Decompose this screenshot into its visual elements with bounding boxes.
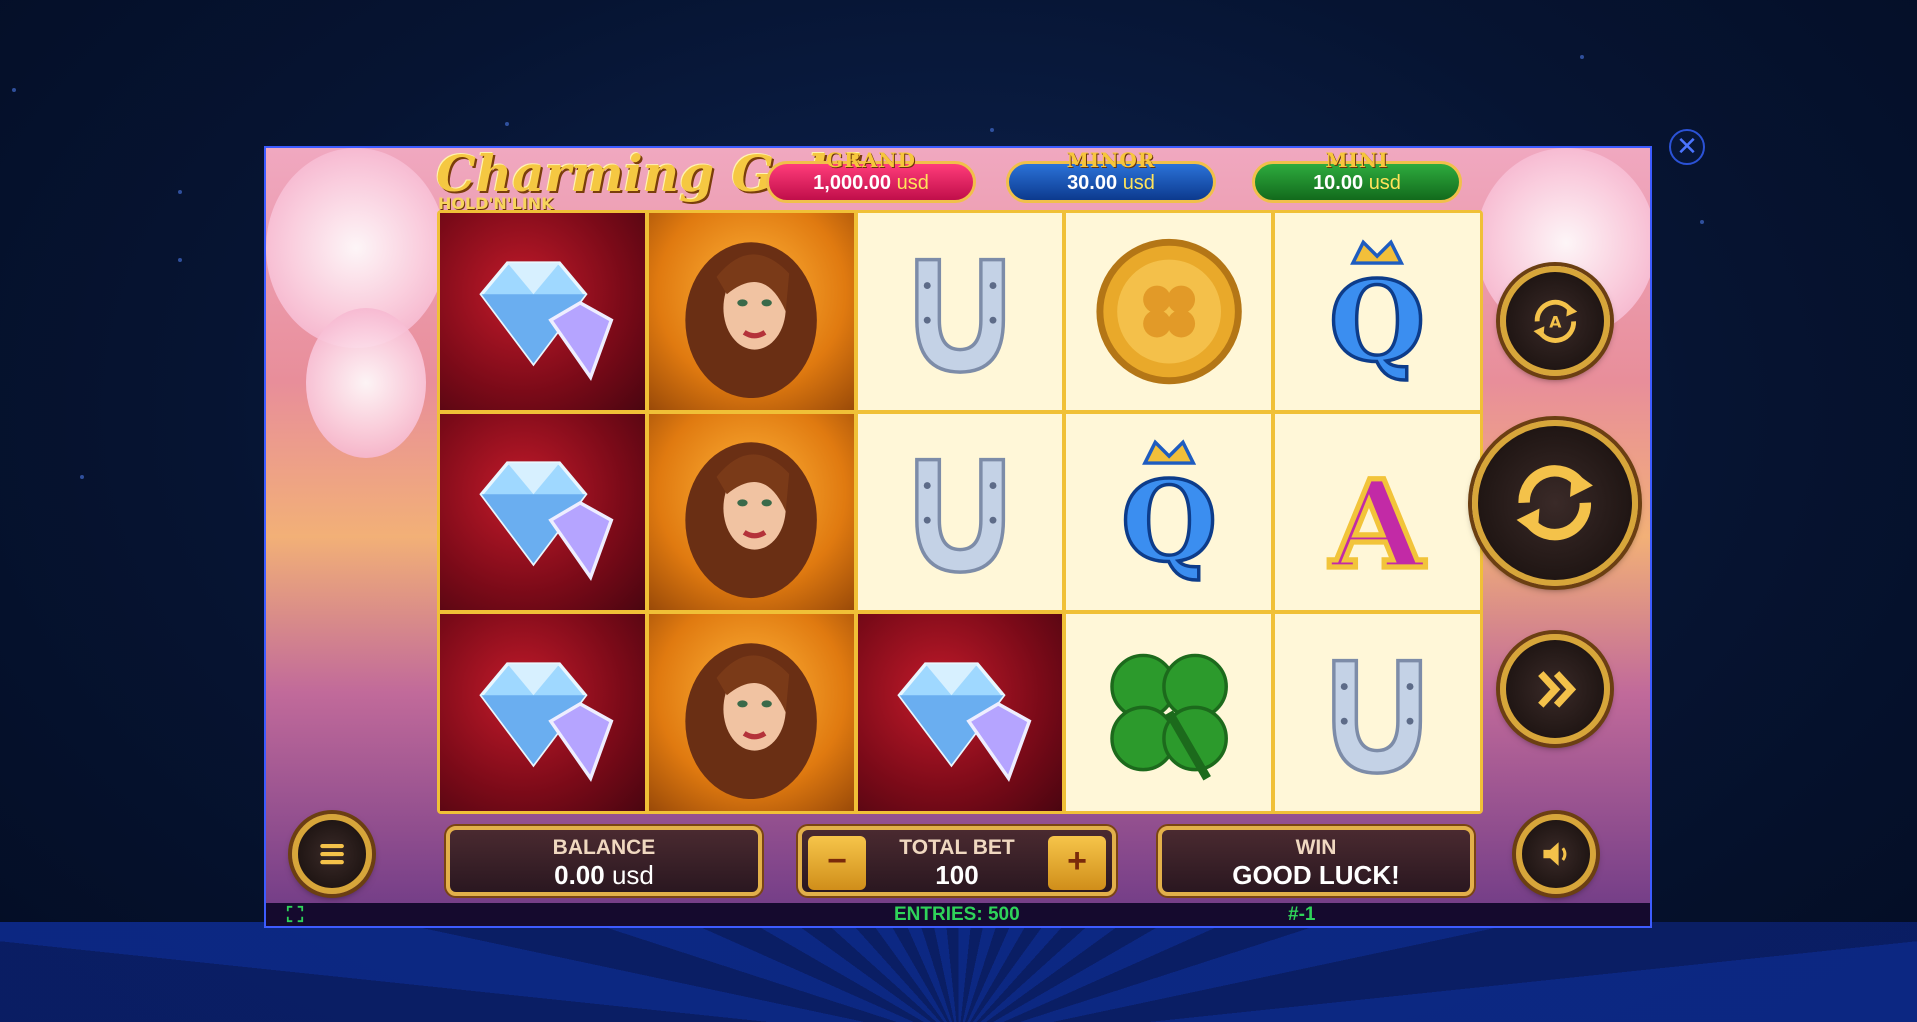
- jackpot-label: MINOR: [1066, 148, 1156, 172]
- queen-q-icon: Q: [1119, 439, 1219, 589]
- bg-star: [12, 88, 16, 92]
- reel-cell-horseshoe: [857, 213, 1063, 410]
- jackpot-unit: usd: [1122, 172, 1155, 194]
- autoplay-button[interactable]: A: [1500, 266, 1610, 376]
- autoplay-icon: A: [1533, 299, 1577, 343]
- jackpot-unit: usd: [896, 172, 929, 194]
- svg-text:Q: Q: [1121, 457, 1217, 587]
- sound-icon: [1543, 842, 1567, 866]
- jackpot-unit: usd: [1368, 172, 1401, 194]
- reel-cell-diamond: [440, 413, 645, 611]
- reel-cell-clover: [1066, 614, 1272, 811]
- bg-star: [505, 122, 509, 126]
- reel-cell-queen: Q: [1275, 213, 1480, 410]
- entries-count: ENTRIES: 500: [894, 904, 1020, 925]
- win-value: GOOD LUCK!: [1232, 860, 1400, 890]
- increase-bet-button[interactable]: +: [1048, 836, 1106, 890]
- bg-star: [178, 190, 182, 194]
- bg-star: [1700, 220, 1704, 224]
- jackpot-amount: 10.00: [1313, 172, 1364, 194]
- bg-star: [178, 258, 182, 262]
- decrease-bet-button[interactable]: −: [808, 836, 866, 890]
- balance-amount: 0.00: [554, 860, 605, 890]
- balance-label: BALANCE: [552, 836, 656, 859]
- reel-cell-woman: [648, 413, 854, 611]
- horseshoe-icon: [914, 458, 1005, 575]
- balance-value: 0.00 usd: [450, 860, 758, 891]
- balance-panel: BALANCE 0.00 usd: [446, 826, 762, 896]
- horseshoe-icon: [1332, 659, 1423, 775]
- diamond-icon: [479, 461, 614, 582]
- reel-cell-coin: [1066, 213, 1272, 410]
- reel-cell-diamond: [440, 614, 645, 811]
- jackpot-minor: MINOR 30.00 usd: [1006, 148, 1216, 206]
- turbo-icon: [1537, 670, 1576, 708]
- turbo-button[interactable]: [1500, 634, 1610, 744]
- reel-cell-queen: Q: [1066, 413, 1272, 611]
- diamond-icon: [479, 261, 614, 381]
- horseshoe-icon: [914, 257, 1005, 374]
- woman-portrait-icon: [685, 643, 817, 800]
- total-bet-panel: − TOTAL BET 100 +: [798, 826, 1116, 896]
- win-label: WIN: [1295, 836, 1337, 859]
- menu-icon: [320, 843, 344, 865]
- bg-star: [1580, 55, 1584, 59]
- svg-text:Q: Q: [1329, 257, 1425, 387]
- sound-button[interactable]: [1516, 814, 1596, 894]
- bg-star: [80, 475, 84, 479]
- jackpot-label: GRAND: [826, 148, 916, 172]
- game-logo: Charming Gold HOLD'N'LINK: [436, 144, 862, 218]
- woman-portrait-icon: [685, 442, 817, 599]
- logo-title: Charming Gold: [436, 144, 862, 203]
- spin-button[interactable]: [1472, 420, 1638, 586]
- diamond-icon: [479, 662, 614, 783]
- reel-cell-woman: [648, 213, 854, 410]
- reel-grid: Q Q A: [437, 210, 1483, 814]
- jackpot-amount: 1,000.00: [813, 172, 892, 194]
- jackpot-grand: GRAND 1,000.00 usd: [766, 148, 976, 206]
- four-leaf-clover-icon: [1109, 653, 1228, 781]
- woman-portrait-icon: [685, 242, 817, 398]
- reel-cell-horseshoe: [1275, 614, 1480, 811]
- reel-cell-ace: A: [1275, 413, 1480, 611]
- jackpot-amount: 30.00: [1067, 172, 1118, 194]
- background-rays: [0, 922, 1917, 1022]
- ace-a-icon: A: [1327, 451, 1429, 599]
- menu-button[interactable]: [292, 814, 372, 894]
- svg-text:A: A: [1330, 453, 1427, 596]
- balance-unit: usd: [611, 860, 654, 890]
- reel-cell-horseshoe: [857, 413, 1063, 611]
- queen-q-icon: Q: [1328, 239, 1428, 389]
- svg-text:A: A: [1549, 312, 1562, 331]
- round-id: #-1: [1288, 904, 1316, 925]
- jackpot-label: MINI: [1325, 148, 1389, 172]
- status-bar: ENTRIES: 500 #-1: [266, 903, 1650, 926]
- reel-cell-woman: [648, 614, 854, 811]
- fullscreen-icon[interactable]: [286, 905, 304, 923]
- close-button[interactable]: ✕: [1669, 129, 1705, 165]
- gold-coin-icon: [1096, 238, 1242, 384]
- diamond-icon: [897, 662, 1032, 783]
- reel-cell-diamond: [440, 213, 645, 410]
- spin-icon: [1516, 465, 1594, 541]
- reel-cell-diamond: [857, 614, 1063, 811]
- blossom-decoration: [306, 308, 426, 458]
- bg-star: [990, 128, 994, 132]
- win-panel: WIN GOOD LUCK!: [1158, 826, 1474, 896]
- jackpot-mini: MINI 10.00 usd: [1252, 148, 1462, 206]
